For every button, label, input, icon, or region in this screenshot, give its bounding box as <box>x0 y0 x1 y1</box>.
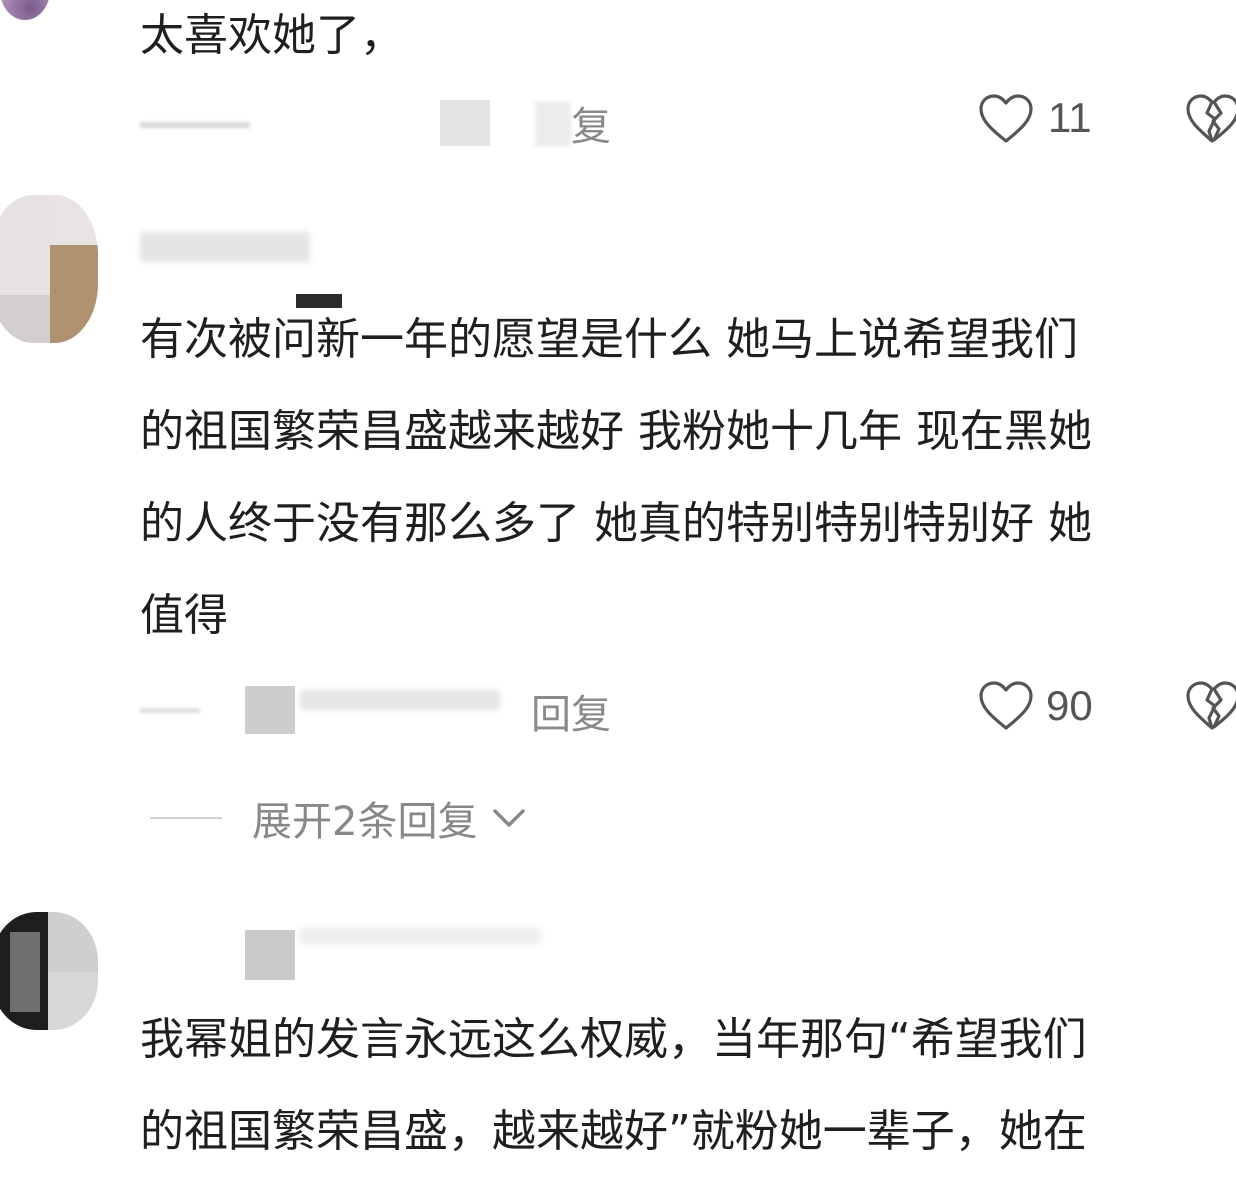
avatar[interactable] <box>0 0 50 26</box>
comment-text: 太喜欢她了， <box>140 0 1236 82</box>
comment-list: 太喜欢她了， 复 11 有次被问新一年的愿望是什么 她马上说希望我们 的祖国繁荣… <box>0 0 1236 1189</box>
reply-label: 复 <box>571 104 611 150</box>
comment-line: 的祖国繁荣昌盛，越来越好”就粉她一辈子，她在 <box>140 1106 1087 1157</box>
heart-outline-icon[interactable] <box>977 93 1035 145</box>
divider-line <box>150 817 222 819</box>
comment-text: 有次被问新一年的愿望是什么 她马上说希望我们 的祖国繁荣昌盛越来越好 我粉她十几… <box>140 294 1236 662</box>
expand-replies-label: 展开2条回复 <box>252 799 478 845</box>
avatar[interactable] <box>0 912 98 1030</box>
username[interactable] <box>245 930 295 980</box>
avatar[interactable] <box>0 195 98 343</box>
reply-label: 回复 <box>531 692 611 738</box>
chevron-down-icon <box>493 809 526 827</box>
comment-time <box>140 100 250 140</box>
comment-line: 太喜欢她了， <box>140 10 404 61</box>
reply-button[interactable]: 复 <box>571 94 611 152</box>
redacted-block <box>300 690 500 710</box>
redacted-block <box>245 686 295 734</box>
comment-line: 的祖国繁荣昌盛越来越好 我粉她十几年 现在黑她 <box>140 406 1092 457</box>
like-count: 11 <box>1048 94 1092 141</box>
heart-outline-icon[interactable] <box>977 680 1035 732</box>
redacted-block <box>440 100 490 146</box>
comment-line: 值得 <box>140 590 228 641</box>
reply-button[interactable]: 回复 <box>531 682 611 740</box>
broken-heart-icon[interactable] <box>1184 93 1236 145</box>
like-count: 90 <box>1046 682 1093 729</box>
username[interactable] <box>140 232 310 262</box>
comment-line: 的人终于没有那么多了 她真的特别特别特别好 她 <box>140 498 1092 549</box>
comment-time <box>140 688 200 728</box>
redacted-block <box>535 102 571 146</box>
broken-heart-icon[interactable] <box>1184 680 1236 732</box>
expand-replies-button[interactable]: 展开2条回复 <box>150 790 527 846</box>
redacted-block <box>300 928 540 944</box>
comment-line: 有次被问新一年的愿望是什么 她马上说希望我们 <box>140 314 1078 365</box>
comment-text: 我幂姐的发言永远这么权威，当年那句“希望我们 的祖国繁荣昌盛，越来越好”就粉她一… <box>140 994 1236 1178</box>
comment-line: 我幂姐的发言永远这么权威，当年那句“希望我们 <box>140 1014 1087 1065</box>
